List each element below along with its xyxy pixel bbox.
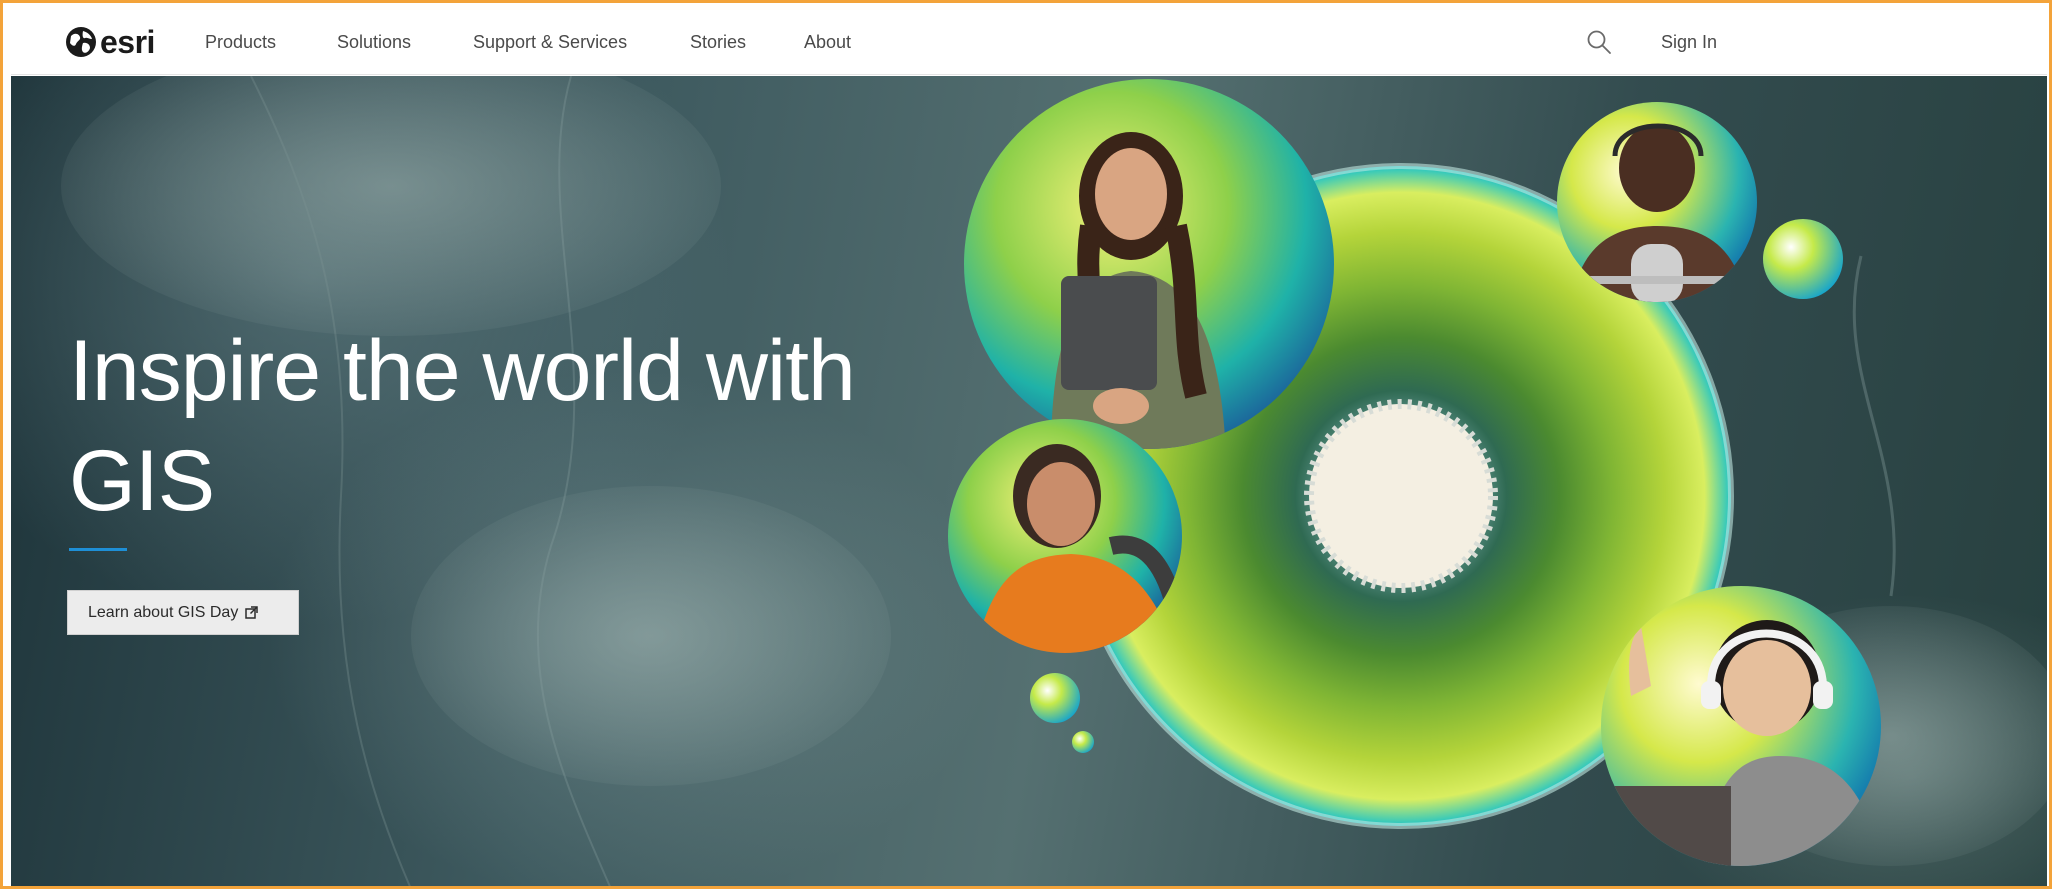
logo-text: esri xyxy=(100,24,155,60)
accent-rule xyxy=(69,548,127,551)
sign-in-link[interactable]: Sign In xyxy=(1661,9,1717,75)
nav-products[interactable]: Products xyxy=(205,9,276,75)
learn-gis-day-button[interactable]: Learn about GIS Day xyxy=(67,590,299,635)
site-header: esri Products Solutions Support & Servic… xyxy=(11,9,2047,75)
external-link-icon xyxy=(245,606,259,619)
nav-solutions[interactable]: Solutions xyxy=(337,9,411,75)
search-icon[interactable] xyxy=(1586,29,1612,55)
esri-logo[interactable]: esri xyxy=(65,25,155,59)
hero-banner: Inspire the world with GIS Learn about G… xyxy=(11,76,2047,886)
nav-support-services[interactable]: Support & Services xyxy=(473,9,627,75)
browser-frame: esri Products Solutions Support & Servic… xyxy=(0,0,2052,889)
hero-title: Inspire the world with GIS xyxy=(69,323,856,529)
cta-label: Learn about GIS Day xyxy=(88,603,239,621)
nav-about[interactable]: About xyxy=(804,9,851,75)
nav-stories[interactable]: Stories xyxy=(690,9,746,75)
globe-icon xyxy=(66,27,96,57)
